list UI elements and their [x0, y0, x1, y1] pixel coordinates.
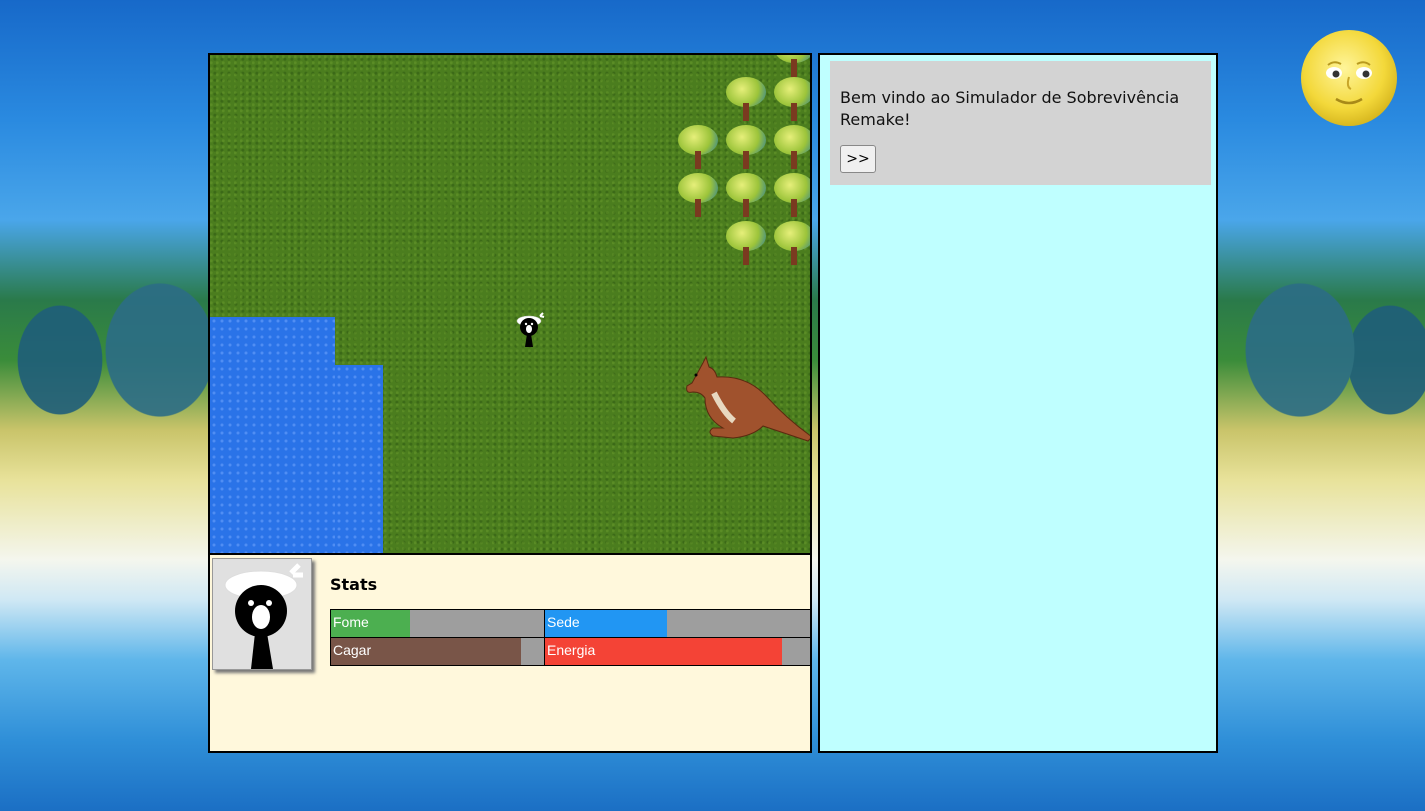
moon-icon[interactable]	[1300, 29, 1398, 127]
stat-bar-sede: Sede	[545, 610, 810, 637]
next-message-button[interactable]: >>	[840, 145, 876, 173]
stats-hud: Stats Fome Sede Cagar Energia	[210, 555, 810, 751]
player-portrait	[212, 558, 312, 670]
tree-sprite	[722, 75, 770, 123]
kangaroo-sprite[interactable]	[672, 353, 812, 453]
stats-title: Stats	[330, 575, 378, 594]
tree-sprite	[770, 75, 810, 123]
player-sprite[interactable]	[513, 312, 545, 348]
tree-sprite	[770, 123, 810, 171]
tree-sprite	[722, 123, 770, 171]
stat-bar-energia: Energia	[545, 638, 810, 665]
tree-sprite	[770, 171, 810, 219]
message-text: Bem vindo ao Simulador de Sobrevivência …	[840, 88, 1180, 129]
water-tile	[210, 317, 335, 553]
tree-sprite	[722, 219, 770, 267]
tree-sprite	[674, 171, 722, 219]
stat-bar-label: Fome	[333, 614, 369, 630]
tree-sprite	[722, 171, 770, 219]
tree-sprite	[674, 123, 722, 171]
message-panel: Bem vindo ao Simulador de Sobrevivência …	[818, 53, 1218, 753]
stat-bar-label: Sede	[547, 614, 580, 630]
stat-bar-cagar: Cagar	[331, 638, 544, 665]
water-tile	[335, 365, 383, 553]
tree-sprite	[770, 219, 810, 267]
game-map[interactable]	[210, 55, 810, 555]
stats-grid: Fome Sede Cagar Energia	[330, 609, 810, 666]
player-avatar-icon	[224, 563, 303, 669]
game-panel: Stats Fome Sede Cagar Energia	[208, 53, 812, 753]
stat-bar-label: Energia	[547, 642, 596, 658]
stat-bar-label: Cagar	[333, 642, 372, 658]
stat-bar-fome: Fome	[331, 610, 544, 637]
message-box: Bem vindo ao Simulador de Sobrevivência …	[830, 61, 1211, 185]
